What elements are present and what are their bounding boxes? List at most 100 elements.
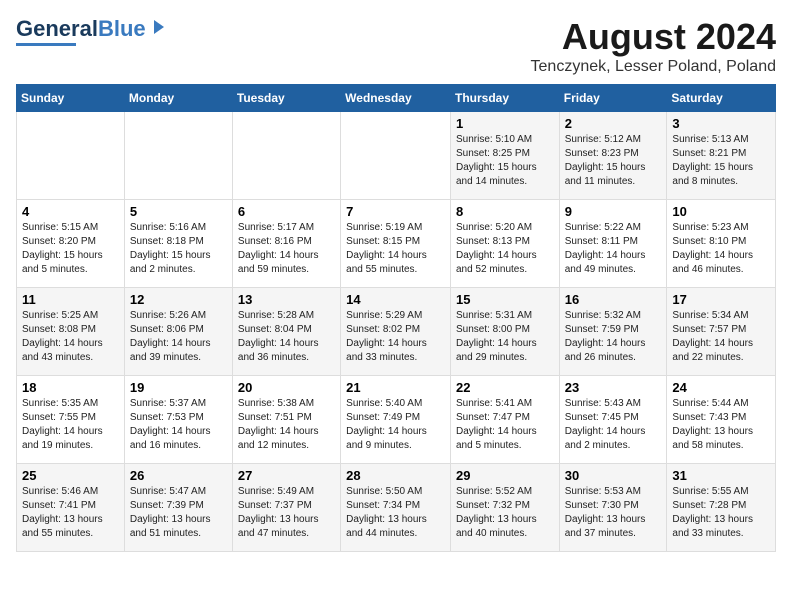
calendar-cell: 4Sunrise: 5:15 AM Sunset: 8:20 PM Daylig… (17, 200, 125, 288)
calendar-cell: 25 Sunrise: 5:46 AM Sunset: 7:41 PM Dayli… (17, 464, 125, 552)
day-number: 10 (672, 204, 770, 219)
day-number: 15 (456, 292, 554, 307)
logo-blue: Blue (98, 16, 146, 42)
calendar-cell: 28 Sunrise: 5:50 AM Sunset: 7:34 PM Dayli… (341, 464, 451, 552)
calendar-week-row: 18 Sunrise: 5:35 AM Sunset: 7:55 PM Dayli… (17, 376, 776, 464)
day-info: Sunrise: 5:25 AM Sunset: 8:08 PM Dayligh… (22, 309, 119, 365)
calendar-cell: 22 Sunrise: 5:41 AM Sunset: 7:47 PM Dayli… (450, 376, 559, 464)
column-header-friday: Friday (559, 85, 667, 112)
column-header-saturday: Saturday (667, 85, 776, 112)
day-info: Sunrise: 5:12 AM Sunset: 8:23 PM Dayligh… (565, 133, 662, 189)
logo-general: General (16, 16, 98, 42)
day-info: Sunrise: 5:29 AM Sunset: 8:02 PM Dayligh… (346, 309, 445, 365)
day-number: 6 (238, 204, 335, 219)
day-info: Sunrise: 5:16 AM Sunset: 8:18 PM Dayligh… (130, 221, 227, 277)
day-info: Sunrise: 5:35 AM Sunset: 7:55 PM Dayligh… (22, 397, 119, 453)
day-info: Sunrise: 5:43 AM Sunset: 7:45 PM Dayligh… (565, 397, 662, 453)
day-number: 20 (238, 380, 335, 395)
subtitle: Tenczynek, Lesser Poland, Poland (531, 58, 776, 76)
calendar-cell: 6 Sunrise: 5:17 AM Sunset: 8:16 PM Daylig… (232, 200, 340, 288)
column-header-sunday: Sunday (17, 85, 125, 112)
day-number: 5 (130, 204, 227, 219)
day-number: 28 (346, 468, 445, 483)
day-number: 19 (130, 380, 227, 395)
day-info: Sunrise: 5:19 AM Sunset: 8:15 PM Dayligh… (346, 221, 445, 277)
day-info: Sunrise: 5:49 AM Sunset: 7:37 PM Dayligh… (238, 485, 335, 541)
calendar-cell: 21 Sunrise: 5:40 AM Sunset: 7:49 PM Dayli… (341, 376, 451, 464)
column-header-tuesday: Tuesday (232, 85, 340, 112)
day-info: Sunrise: 5:47 AM Sunset: 7:39 PM Dayligh… (130, 485, 227, 541)
day-info: Sunrise: 5:22 AM Sunset: 8:11 PM Dayligh… (565, 221, 662, 277)
calendar-cell: 2 Sunrise: 5:12 AM Sunset: 8:23 PM Daylig… (559, 112, 667, 200)
day-number: 27 (238, 468, 335, 483)
calendar-week-row: 11 Sunrise: 5:25 AM Sunset: 8:08 PM Dayli… (17, 288, 776, 376)
calendar-cell: 17 Sunrise: 5:34 AM Sunset: 7:57 PM Dayli… (667, 288, 776, 376)
calendar-cell (124, 112, 232, 200)
day-number: 2 (565, 116, 662, 131)
day-number: 8 (456, 204, 554, 219)
calendar-cell (341, 112, 451, 200)
day-number: 12 (130, 292, 227, 307)
logo: General Blue (16, 16, 166, 46)
day-number: 7 (346, 204, 445, 219)
day-number: 23 (565, 380, 662, 395)
day-info: Sunrise: 5:52 AM Sunset: 7:32 PM Dayligh… (456, 485, 554, 541)
calendar-cell: 31 Sunrise: 5:55 AM Sunset: 7:28 PM Dayli… (667, 464, 776, 552)
calendar-cell: 19Sunrise: 5:37 AM Sunset: 7:53 PM Dayli… (124, 376, 232, 464)
calendar-cell: 23 Sunrise: 5:43 AM Sunset: 7:45 PM Dayli… (559, 376, 667, 464)
calendar-cell: 14 Sunrise: 5:29 AM Sunset: 8:02 PM Dayli… (341, 288, 451, 376)
day-number: 26 (130, 468, 227, 483)
day-number: 1 (456, 116, 554, 131)
day-number: 9 (565, 204, 662, 219)
day-number: 18 (22, 380, 119, 395)
calendar-cell: 7 Sunrise: 5:19 AM Sunset: 8:15 PM Daylig… (341, 200, 451, 288)
day-number: 31 (672, 468, 770, 483)
calendar-cell: 16 Sunrise: 5:32 AM Sunset: 7:59 PM Dayli… (559, 288, 667, 376)
day-number: 3 (672, 116, 770, 131)
calendar-cell: 9 Sunrise: 5:22 AM Sunset: 8:11 PM Daylig… (559, 200, 667, 288)
calendar-table: SundayMondayTuesdayWednesdayThursdayFrid… (16, 84, 776, 552)
calendar-week-row: 4Sunrise: 5:15 AM Sunset: 8:20 PM Daylig… (17, 200, 776, 288)
day-number: 30 (565, 468, 662, 483)
day-info: Sunrise: 5:53 AM Sunset: 7:30 PM Dayligh… (565, 485, 662, 541)
day-info: Sunrise: 5:38 AM Sunset: 7:51 PM Dayligh… (238, 397, 335, 453)
calendar-week-row: 1Sunrise: 5:10 AM Sunset: 8:25 PM Daylig… (17, 112, 776, 200)
calendar-cell: 18 Sunrise: 5:35 AM Sunset: 7:55 PM Dayli… (17, 376, 125, 464)
calendar-cell: 1Sunrise: 5:10 AM Sunset: 8:25 PM Daylig… (450, 112, 559, 200)
calendar-cell: 26 Sunrise: 5:47 AM Sunset: 7:39 PM Dayli… (124, 464, 232, 552)
day-info: Sunrise: 5:13 AM Sunset: 8:21 PM Dayligh… (672, 133, 770, 189)
calendar-header-row: SundayMondayTuesdayWednesdayThursdayFrid… (17, 85, 776, 112)
day-info: Sunrise: 5:40 AM Sunset: 7:49 PM Dayligh… (346, 397, 445, 453)
calendar-cell: 3 Sunrise: 5:13 AM Sunset: 8:21 PM Daylig… (667, 112, 776, 200)
main-title: August 2024 (531, 16, 776, 58)
day-number: 11 (22, 292, 119, 307)
calendar-cell: 11 Sunrise: 5:25 AM Sunset: 8:08 PM Dayli… (17, 288, 125, 376)
day-info: Sunrise: 5:50 AM Sunset: 7:34 PM Dayligh… (346, 485, 445, 541)
calendar-cell: 12Sunrise: 5:26 AM Sunset: 8:06 PM Dayli… (124, 288, 232, 376)
day-number: 13 (238, 292, 335, 307)
day-number: 21 (346, 380, 445, 395)
day-info: Sunrise: 5:55 AM Sunset: 7:28 PM Dayligh… (672, 485, 770, 541)
calendar-cell: 8Sunrise: 5:20 AM Sunset: 8:13 PM Daylig… (450, 200, 559, 288)
day-info: Sunrise: 5:41 AM Sunset: 7:47 PM Dayligh… (456, 397, 554, 453)
calendar-cell: 13 Sunrise: 5:28 AM Sunset: 8:04 PM Dayli… (232, 288, 340, 376)
page-header: General Blue August 2024 Tenczynek, Less… (16, 16, 776, 76)
calendar-cell: 29Sunrise: 5:52 AM Sunset: 7:32 PM Dayli… (450, 464, 559, 552)
calendar-cell: 20 Sunrise: 5:38 AM Sunset: 7:51 PM Dayli… (232, 376, 340, 464)
column-header-monday: Monday (124, 85, 232, 112)
day-info: Sunrise: 5:46 AM Sunset: 7:41 PM Dayligh… (22, 485, 119, 541)
calendar-cell: 10Sunrise: 5:23 AM Sunset: 8:10 PM Dayli… (667, 200, 776, 288)
day-number: 22 (456, 380, 554, 395)
day-info: Sunrise: 5:32 AM Sunset: 7:59 PM Dayligh… (565, 309, 662, 365)
day-info: Sunrise: 5:34 AM Sunset: 7:57 PM Dayligh… (672, 309, 770, 365)
day-number: 16 (565, 292, 662, 307)
day-number: 14 (346, 292, 445, 307)
day-number: 25 (22, 468, 119, 483)
day-info: Sunrise: 5:17 AM Sunset: 8:16 PM Dayligh… (238, 221, 335, 277)
column-header-wednesday: Wednesday (341, 85, 451, 112)
calendar-cell (17, 112, 125, 200)
title-area: August 2024 Tenczynek, Lesser Poland, Po… (531, 16, 776, 76)
calendar-cell: 27 Sunrise: 5:49 AM Sunset: 7:37 PM Dayli… (232, 464, 340, 552)
day-info: Sunrise: 5:28 AM Sunset: 8:04 PM Dayligh… (238, 309, 335, 365)
day-number: 17 (672, 292, 770, 307)
